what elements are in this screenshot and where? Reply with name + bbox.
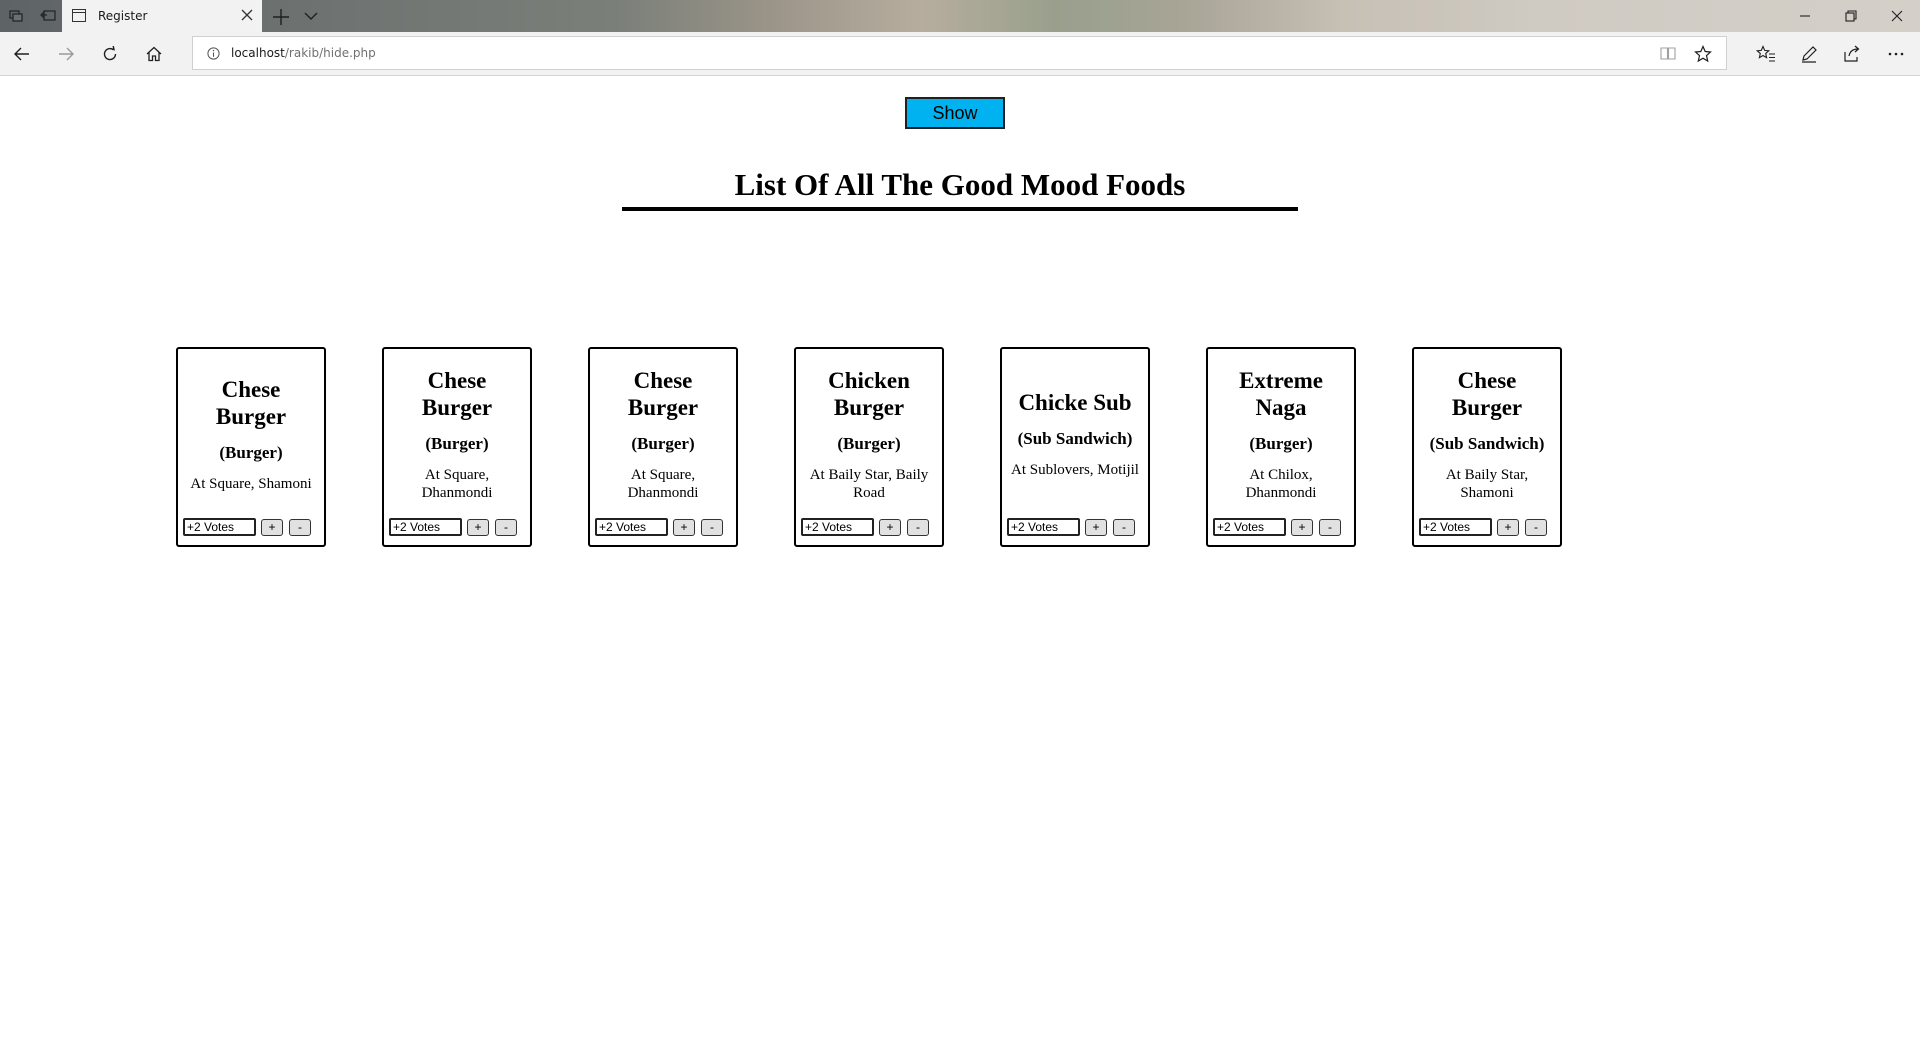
food-location: At Square, Dhanmondi (627, 466, 699, 501)
food-name: Chese Burger (627, 367, 699, 420)
downvote-button[interactable]: - (701, 518, 723, 536)
share-icon[interactable] (1840, 42, 1864, 66)
url-text[interactable]: localhost/rakib/hide.php (231, 46, 376, 60)
food-category: (Burger) (425, 433, 489, 453)
food-card: Chese Burger (Burger) At Square, Shamoni… (176, 347, 326, 547)
tab-actions-icon[interactable] (2, 0, 30, 32)
forward-icon[interactable] (54, 42, 78, 66)
back-icon[interactable] (10, 42, 34, 66)
downvote-button[interactable]: - (495, 518, 517, 536)
close-tab-icon[interactable] (240, 8, 254, 22)
food-category: (Burger) (837, 433, 901, 453)
browser-nav-bar: localhost/rakib/hide.php (0, 32, 1920, 76)
food-name: Chese Burger (1451, 367, 1523, 420)
votes-field[interactable] (595, 518, 668, 536)
tab-title: Register (98, 9, 148, 23)
votes-field[interactable] (389, 518, 462, 536)
food-card: Extreme Naga (Burger) At Chilox, Dhanmon… (1206, 347, 1356, 547)
food-card: Chese Burger (Burger) At Square, Dhanmon… (588, 347, 738, 547)
downvote-button[interactable]: - (1113, 518, 1135, 536)
food-name: Chese Burger (215, 376, 287, 429)
food-name: Extreme Naga (1239, 367, 1323, 420)
page-title: List Of All The Good Mood Foods (622, 167, 1298, 211)
address-bar[interactable]: localhost/rakib/hide.php (192, 36, 1727, 70)
food-category: (Sub Sandwich) (1429, 433, 1545, 453)
votes-field[interactable] (183, 518, 256, 536)
food-location: At Baily Star, Shamoni (1445, 466, 1529, 501)
pen-icon[interactable] (1797, 42, 1821, 66)
favorites-icon[interactable] (1754, 42, 1778, 66)
close-window-icon[interactable] (1874, 0, 1920, 32)
chevron-down-icon[interactable] (303, 8, 319, 24)
food-category: (Burger) (1249, 433, 1313, 453)
votes-field[interactable] (801, 518, 874, 536)
food-location: At Sublovers, Motijil (1011, 462, 1139, 478)
downvote-button[interactable]: - (907, 518, 929, 536)
votes-field[interactable] (1007, 518, 1080, 536)
votes-field[interactable] (1213, 518, 1286, 536)
food-card: Chese Burger (Burger) At Square, Dhanmon… (382, 347, 532, 547)
upvote-button[interactable]: + (261, 518, 283, 536)
page-icon (72, 9, 86, 22)
food-name: Chese Burger (421, 367, 493, 420)
downvote-button[interactable]: - (289, 518, 311, 536)
upvote-button[interactable]: + (467, 518, 489, 536)
page-content: Show List Of All The Good Mood Foods Che… (0, 77, 1920, 1040)
set-aside-tabs-icon[interactable] (34, 0, 62, 32)
food-location: At Baily Star, Baily Road (809, 466, 929, 501)
minimize-icon[interactable] (1782, 0, 1828, 32)
upvote-button[interactable]: + (673, 518, 695, 536)
info-icon[interactable] (207, 47, 220, 60)
upvote-button[interactable]: + (1085, 518, 1107, 536)
reading-view-icon[interactable] (1660, 46, 1676, 60)
browser-tab-bar: Register (0, 0, 1920, 32)
new-tab-icon[interactable] (270, 6, 292, 28)
food-card: Chicke Sub (Sub Sandwich) At Sublovers, … (1000, 347, 1150, 547)
upvote-button[interactable]: + (879, 518, 901, 536)
food-location: At Square, Shamoni (190, 475, 312, 492)
tab-register[interactable]: Register (62, 0, 262, 32)
food-card: Chese Burger (Sub Sandwich) At Baily Sta… (1412, 347, 1562, 547)
food-category: (Burger) (219, 442, 283, 462)
votes-field[interactable] (1419, 518, 1492, 536)
refresh-icon[interactable] (98, 42, 122, 66)
downvote-button[interactable]: - (1319, 518, 1341, 536)
upvote-button[interactable]: + (1497, 518, 1519, 536)
food-name: Chicke Sub (1018, 390, 1132, 415)
food-location: At Square, Dhanmondi (421, 466, 493, 501)
downvote-button[interactable]: - (1525, 518, 1547, 536)
favorite-star-icon[interactable] (1694, 45, 1712, 63)
food-card: Chicken Burger (Burger) At Baily Star, B… (794, 347, 944, 547)
upvote-button[interactable]: + (1291, 518, 1313, 536)
food-category: (Sub Sandwich) (1017, 429, 1133, 448)
restore-icon[interactable] (1828, 0, 1874, 32)
food-category: (Burger) (631, 433, 695, 453)
food-name: Chicken Burger (828, 367, 910, 420)
home-icon[interactable] (142, 42, 166, 66)
food-location: At Chilox, Dhanmondi (1245, 466, 1317, 501)
more-icon[interactable] (1884, 42, 1908, 66)
show-button[interactable]: Show (905, 97, 1005, 129)
